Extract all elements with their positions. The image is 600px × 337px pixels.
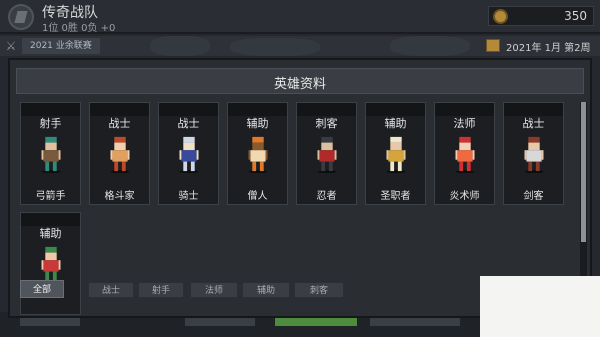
hero-card[interactable]: 辅助 圣职者 [365, 102, 426, 205]
background-bar [185, 318, 255, 326]
archer-sprite [41, 136, 61, 173]
background-progress-bar [275, 318, 357, 326]
filter-tab[interactable]: 辅助 [242, 282, 290, 298]
hero-role: 战士 [108, 117, 131, 130]
pyromancer-sprite [455, 136, 475, 173]
hero-name: 格斗家 [104, 191, 135, 202]
filter-tab[interactable]: 全部 [20, 280, 64, 298]
dialog-title: 英雄资料 [273, 77, 326, 92]
hero-name: 圣职者 [380, 191, 411, 202]
scrollbar[interactable] [580, 102, 587, 282]
scrollbar-thumb[interactable] [581, 102, 586, 242]
top-hud-bar: 传奇战队 1位 0胜 0负 +0 350 [0, 0, 600, 34]
background-bar [370, 318, 460, 326]
dancer-sprite [41, 246, 61, 283]
background-cloud [150, 36, 210, 56]
hero-card[interactable]: 法师 炎术师 [434, 102, 495, 205]
gold-coin-icon [493, 9, 508, 24]
hero-role: 射手 [39, 117, 62, 130]
calendar-icon [486, 39, 500, 52]
hero-card[interactable]: 战士 格斗家 [89, 102, 150, 205]
gold-value: 350 [564, 9, 587, 23]
hero-card[interactable]: 战士 骑士 [158, 102, 219, 205]
filter-tab[interactable]: 刺客 [294, 282, 344, 298]
hero-name: 弓箭手 [35, 191, 66, 202]
cleric-sprite [386, 136, 406, 173]
hero-role: 战士 [522, 117, 545, 130]
background-cloud [390, 36, 470, 56]
team-record: 1位 0胜 0负 +0 [42, 23, 116, 34]
fighter-sprite [110, 136, 130, 173]
swordsman-sprite [524, 136, 544, 173]
hero-grid: 射手 弓箭手 战士 格斗家 战士 骑士 辅助 僧人 刺客 忍者 辅助 圣职者 法师 炎术师 战士 剑客 辅助 [18, 100, 576, 315]
game-screen: 传奇战队 1位 0胜 0负 +0 350 ⚔ 2021 业余联赛 2021年 1… [0, 0, 600, 337]
league-crest-icon: ⚔ [5, 39, 17, 53]
filter-tab[interactable]: 射手 [138, 282, 184, 298]
hero-role: 辅助 [246, 117, 269, 130]
dialog-header: 英雄资料 [16, 68, 584, 94]
gold-display: 350 [488, 6, 594, 26]
hero-card[interactable]: 战士 剑客 [503, 102, 564, 205]
hero-name: 炎术师 [449, 191, 480, 202]
knight-sprite [179, 136, 199, 173]
current-date: 2021年 1月 第2周 [506, 43, 591, 54]
background-cloud [230, 38, 320, 56]
hero-card[interactable]: 刺客 忍者 [296, 102, 357, 205]
ninja-sprite [317, 136, 337, 173]
hero-card[interactable]: 射手 弓箭手 [20, 102, 81, 205]
background-bar [20, 318, 80, 326]
filter-tab[interactable]: 法师 [190, 282, 238, 298]
monk-sprite [248, 136, 268, 173]
hero-role: 辅助 [39, 227, 62, 240]
team-emblem-icon[interactable] [8, 4, 34, 30]
hero-name: 剑客 [523, 191, 544, 202]
hero-name: 骑士 [178, 191, 199, 202]
hero-card[interactable]: 辅助 [20, 212, 81, 315]
hero-role: 刺客 [315, 117, 338, 130]
hero-role: 战士 [177, 117, 200, 130]
filter-tab[interactable]: 战士 [88, 282, 134, 298]
hero-role: 辅助 [384, 117, 407, 130]
hero-name: 僧人 [247, 191, 268, 202]
hero-role: 法师 [453, 117, 476, 130]
hero-card[interactable]: 辅助 僧人 [227, 102, 288, 205]
hero-name: 忍者 [316, 191, 337, 202]
corner-overlay [480, 276, 600, 337]
league-tag[interactable]: 2021 业余联赛 [22, 38, 100, 54]
